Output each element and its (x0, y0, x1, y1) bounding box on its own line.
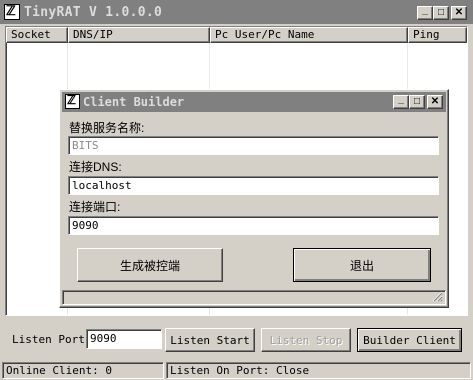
column-header-pc-user[interactable]: Pc User/Pc Name (210, 27, 408, 43)
exit-button[interactable]: 退出 (293, 248, 431, 282)
port-label: 连接端口: (69, 200, 121, 214)
dialog-app-icon: ℤ (65, 93, 80, 109)
client-list-header: Socket DNS/IP Pc User/Pc Name Ping (6, 27, 467, 43)
minimize-icon: _ (422, 5, 428, 16)
listen-stop-button[interactable]: Listen Stop (261, 328, 351, 352)
column-header-socket[interactable]: Socket (6, 27, 68, 43)
resize-grip-icon[interactable] (431, 290, 443, 302)
maximize-icon: □ (413, 96, 421, 107)
builder-client-button[interactable]: Builder Client (357, 328, 462, 352)
dialog-titlebar[interactable]: ℤ Client Builder _ □ ✕ (62, 92, 446, 112)
online-client-status: Online Client: 0 (2, 362, 164, 379)
listen-port-input[interactable]: 9090 (86, 329, 162, 349)
listen-port-status: Listen On Port: Close (166, 362, 471, 379)
listen-toolbar: Listen Port: 9090 Listen Start Listen St… (0, 318, 473, 360)
listen-port-label: Listen Port: (12, 333, 92, 346)
status-bar: Online Client: 0 Listen On Port: Close (0, 360, 473, 380)
minimize-icon: _ (398, 94, 404, 105)
listen-start-button[interactable]: Listen Start (165, 328, 255, 352)
dialog-status-bar (62, 290, 446, 305)
service-name-field[interactable]: BITS (68, 136, 439, 155)
maximize-icon: □ (437, 7, 445, 18)
port-field[interactable]: 9090 (68, 216, 439, 235)
client-builder-dialog: ℤ Client Builder _ □ ✕ 替换服务名称: BITS 连接DN… (59, 89, 449, 308)
close-icon: ✕ (454, 7, 464, 18)
dialog-maximize-button[interactable]: □ (409, 95, 425, 109)
maximize-button[interactable]: □ (433, 6, 449, 20)
minimize-button[interactable]: _ (417, 6, 433, 20)
app-icon: ℤ (4, 3, 20, 20)
close-button[interactable]: ✕ (451, 6, 467, 20)
main-window-titlebar[interactable]: ℤ TinyRAT V 1.0.0.0 _ □ ✕ (0, 0, 473, 24)
dns-field[interactable]: localhost (68, 176, 439, 195)
close-icon: ✕ (430, 96, 440, 107)
generate-client-button[interactable]: 生成被控端 (77, 248, 223, 282)
dialog-minimize-button[interactable]: _ (393, 95, 409, 109)
column-header-dns-ip[interactable]: DNS/IP (68, 27, 210, 43)
dialog-title: Client Builder (83, 95, 185, 109)
column-header-ping[interactable]: Ping (408, 27, 467, 43)
dns-label: 连接DNS: (69, 160, 122, 174)
service-name-label: 替换服务名称: (69, 121, 145, 135)
dialog-close-button[interactable]: ✕ (427, 95, 443, 109)
main-window-title: TinyRAT V 1.0.0.0 (24, 5, 163, 20)
